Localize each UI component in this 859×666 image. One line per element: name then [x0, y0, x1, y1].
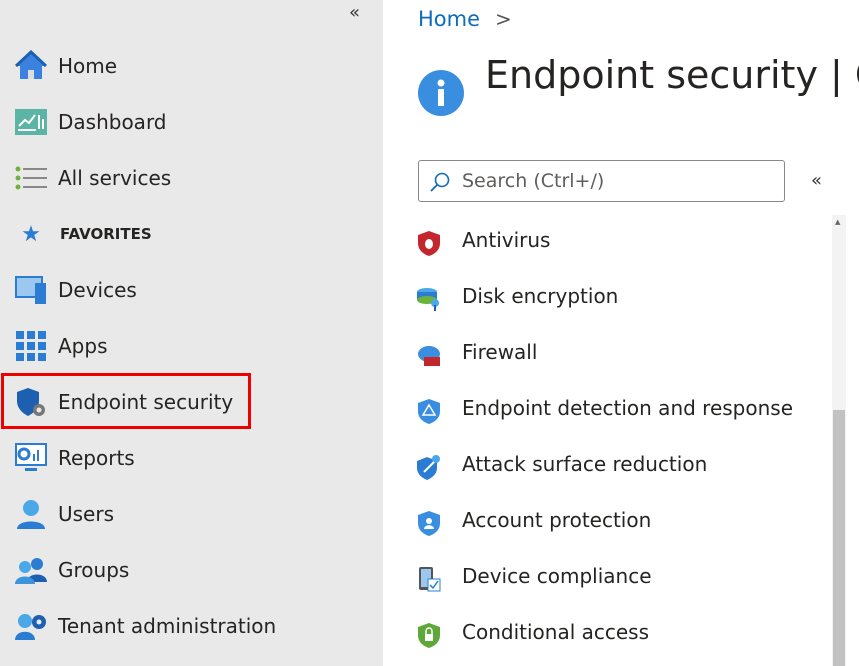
- sidebar-item-groups[interactable]: Groups: [0, 546, 383, 594]
- apps-icon: [15, 330, 47, 362]
- scroll-up-arrow-icon[interactable]: ▲: [835, 218, 840, 226]
- reports-icon: [15, 442, 47, 474]
- sidebar-item-reports[interactable]: Reports: [0, 434, 383, 482]
- attack-surface-icon: [417, 455, 440, 480]
- sidebar-item-all-services[interactable]: All services: [0, 154, 383, 202]
- favorites-header: ★ FAVORITES: [0, 210, 383, 258]
- antivirus-icon: [418, 231, 440, 256]
- sidebar-item-endpoint-security[interactable]: Endpoint security: [0, 378, 383, 426]
- disk-encryption-icon: [417, 288, 439, 311]
- info-icon: [418, 70, 464, 120]
- menu-item-account-protection[interactable]: Account protection: [383, 498, 829, 546]
- firewall-icon: [418, 346, 440, 366]
- search-input[interactable]: Search (Ctrl+/): [418, 160, 785, 202]
- menu-item-attack-surface-reduction[interactable]: Attack surface reduction: [383, 442, 829, 490]
- account-protection-icon: [418, 511, 440, 536]
- breadcrumb-separator: >: [495, 7, 512, 31]
- collapse-menu-button[interactable]: «: [811, 170, 822, 191]
- groups-icon: [15, 554, 47, 586]
- conditional-access-icon: [418, 623, 440, 648]
- sidebar-item-devices[interactable]: Devices: [0, 266, 383, 314]
- device-compliance-icon: [419, 567, 441, 592]
- collapse-sidebar-button[interactable]: «: [349, 2, 360, 23]
- sidebar-item-users[interactable]: Users: [0, 490, 383, 538]
- dashboard-icon: [15, 106, 47, 138]
- menu-item-endpoint-detection-and-response[interactable]: Endpoint detection and response: [383, 386, 829, 434]
- menu-item-conditional-access[interactable]: Conditional access: [383, 610, 829, 658]
- scrollbar-thumb[interactable]: [833, 410, 845, 666]
- edr-icon: [418, 399, 440, 424]
- endpoint-security-icon: [15, 386, 47, 418]
- home-icon: [15, 50, 47, 82]
- sidebar-item-home[interactable]: Home: [0, 42, 383, 90]
- menu-item-firewall[interactable]: Firewall: [383, 330, 829, 378]
- menu-item-antivirus[interactable]: Antivirus: [383, 218, 829, 266]
- users-icon: [15, 498, 47, 530]
- menu-item-device-compliance[interactable]: Device compliance: [383, 554, 829, 602]
- sidebar-item-apps[interactable]: Apps: [0, 322, 383, 370]
- star-icon: ★: [21, 221, 41, 247]
- page-title: Endpoint security | O: [485, 53, 859, 97]
- sidebar-item-tenant-administration[interactable]: Tenant administration: [0, 602, 383, 650]
- search-icon: [429, 171, 451, 197]
- chevron-double-left-icon: «: [349, 2, 361, 23]
- devices-icon: [15, 274, 47, 306]
- main-pane: Home > Endpoint security | O Search (Ctr…: [383, 0, 859, 666]
- breadcrumb-home[interactable]: Home: [418, 7, 480, 31]
- sidebar: « Home Dashboard All services ★ FAVORITE…: [0, 0, 383, 666]
- tenant-admin-icon: [15, 610, 47, 642]
- menu-item-disk-encryption[interactable]: Disk encryption: [383, 274, 829, 322]
- list-icon: [15, 162, 47, 194]
- sidebar-item-dashboard[interactable]: Dashboard: [0, 98, 383, 146]
